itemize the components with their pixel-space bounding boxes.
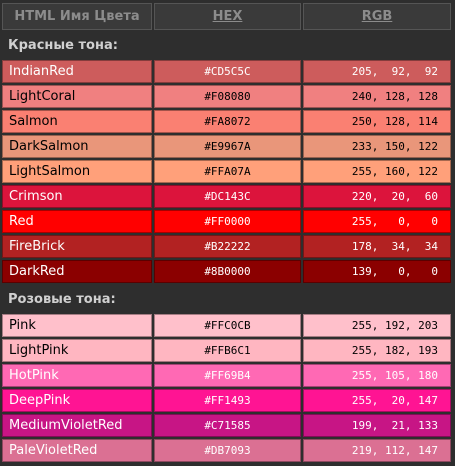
header-name: HTML Имя Цвета [2, 3, 152, 30]
table-row: Red #FF0000 255, 0, 0 [2, 210, 453, 233]
color-name-cell: LightCoral [2, 85, 152, 108]
color-hex-cell: #CD5C5C [154, 60, 301, 83]
color-name-cell: MediumVioletRed [2, 414, 152, 437]
table-header: HTML Имя Цвета HEX RGB [2, 3, 453, 30]
color-name-cell: Crimson [2, 185, 152, 208]
color-name-cell: LightPink [2, 339, 152, 362]
color-rgb-cell: 220, 20, 60 [303, 185, 451, 208]
color-rgb-cell: 255, 192, 203 [303, 314, 451, 337]
section-title-pink: Розовые тона: [8, 292, 116, 307]
color-hex-cell: #FFB6C1 [154, 339, 301, 362]
color-name-cell: HotPink [2, 364, 152, 387]
header-rgb[interactable]: RGB [303, 3, 451, 30]
color-hex-cell: #C71585 [154, 414, 301, 437]
color-rgb-cell: 240, 128, 128 [303, 85, 451, 108]
table-row: LightSalmon #FFA07A 255, 160, 122 [2, 160, 453, 183]
color-hex-cell: #F08080 [154, 85, 301, 108]
color-rgb-cell: 178, 34, 34 [303, 235, 451, 258]
color-name-cell: Red [2, 210, 152, 233]
color-rgb-cell: 139, 0, 0 [303, 260, 451, 283]
section-title-red: Красные тона: [8, 38, 118, 53]
color-hex-cell: #FF1493 [154, 389, 301, 412]
table-row: LightCoral #F08080 240, 128, 128 [2, 85, 453, 108]
table-row: DarkRed #8B0000 139, 0, 0 [2, 260, 453, 283]
table-row: DarkSalmon #E9967A 233, 150, 122 [2, 135, 453, 158]
color-hex-cell: #FA8072 [154, 110, 301, 133]
table-row: Crimson #DC143C 220, 20, 60 [2, 185, 453, 208]
table-row: MediumVioletRed #C71585 199, 21, 133 [2, 414, 453, 437]
color-hex-cell: #DB7093 [154, 439, 301, 462]
color-name-cell: FireBrick [2, 235, 152, 258]
color-rgb-cell: 199, 21, 133 [303, 414, 451, 437]
header-hex[interactable]: HEX [154, 3, 301, 30]
color-name-cell: LightSalmon [2, 160, 152, 183]
color-table: HTML Имя Цвета HEX RGB Красные тона: Ind… [0, 0, 455, 466]
table-row: DeepPink #FF1493 255, 20, 147 [2, 389, 453, 412]
color-hex-cell: #FFA07A [154, 160, 301, 183]
color-rgb-cell: 250, 128, 114 [303, 110, 451, 133]
color-name-cell: DeepPink [2, 389, 152, 412]
color-name-cell: Pink [2, 314, 152, 337]
table-row: LightPink #FFB6C1 255, 182, 193 [2, 339, 453, 362]
color-hex-cell: #FF69B4 [154, 364, 301, 387]
color-hex-cell: #DC143C [154, 185, 301, 208]
color-name-cell: Salmon [2, 110, 152, 133]
color-rgb-cell: 205, 92, 92 [303, 60, 451, 83]
color-name-cell: IndianRed [2, 60, 152, 83]
color-rgb-cell: 219, 112, 147 [303, 439, 451, 462]
color-rgb-cell: 255, 0, 0 [303, 210, 451, 233]
color-name-cell: PaleVioletRed [2, 439, 152, 462]
color-rgb-cell: 255, 160, 122 [303, 160, 451, 183]
table-row: PaleVioletRed #DB7093 219, 112, 147 [2, 439, 453, 462]
color-name-cell: DarkSalmon [2, 135, 152, 158]
color-rgb-cell: 233, 150, 122 [303, 135, 451, 158]
color-hex-cell: #E9967A [154, 135, 301, 158]
table-row: IndianRed #CD5C5C 205, 92, 92 [2, 60, 453, 83]
color-hex-cell: #8B0000 [154, 260, 301, 283]
table-row: Salmon #FA8072 250, 128, 114 [2, 110, 453, 133]
color-rgb-cell: 255, 105, 180 [303, 364, 451, 387]
color-rgb-cell: 255, 182, 193 [303, 339, 451, 362]
color-name-cell: DarkRed [2, 260, 152, 283]
color-rgb-cell: 255, 20, 147 [303, 389, 451, 412]
color-hex-cell: #FFC0CB [154, 314, 301, 337]
table-row: HotPink #FF69B4 255, 105, 180 [2, 364, 453, 387]
table-row: FireBrick #B22222 178, 34, 34 [2, 235, 453, 258]
table-row: Pink #FFC0CB 255, 192, 203 [2, 314, 453, 337]
color-hex-cell: #B22222 [154, 235, 301, 258]
color-hex-cell: #FF0000 [154, 210, 301, 233]
